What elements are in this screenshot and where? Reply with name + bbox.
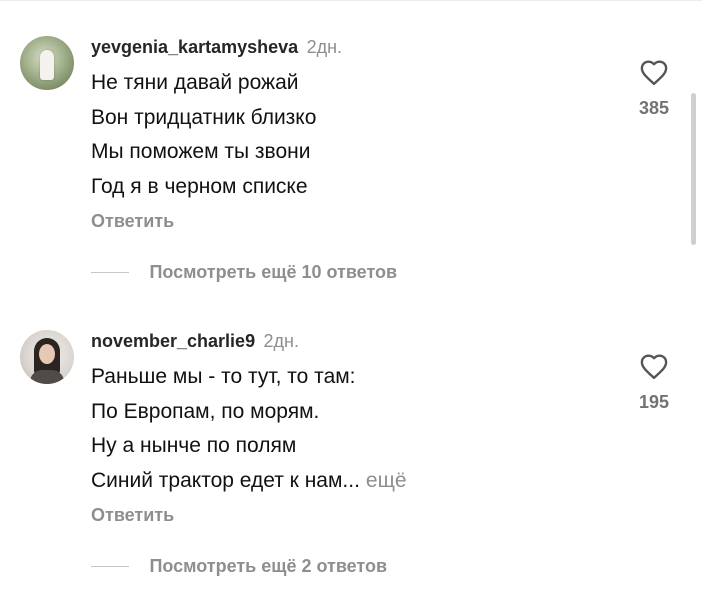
view-replies-button[interactable]: Посмотреть ещё 10 ответов (91, 262, 397, 283)
like-control: 195 (626, 352, 682, 413)
heart-outline-icon[interactable] (639, 352, 669, 380)
comment-line: По Европам, по морям. (91, 399, 320, 423)
view-replies-label: Посмотреть ещё 2 ответов (149, 556, 388, 576)
view-replies-divider (91, 272, 129, 273)
comment-line: Год я в черном списке (91, 174, 308, 198)
comment-header: yevgenia_kartamysheva 2дн. (91, 37, 342, 59)
comment-time: 2дн. (306, 37, 343, 57)
comment-line: Мы поможем ты звони (91, 140, 311, 163)
comment-line: Раньше мы - то тут, то там: (91, 365, 356, 388)
comment-text: Раньше мы - то тут, то там: По Европам, … (91, 360, 611, 498)
heart-outline-icon[interactable] (639, 58, 669, 86)
comment-line: Не тяни давай рожай (91, 71, 299, 94)
avatar-face (39, 344, 55, 364)
comment-time: 2дн. (263, 331, 300, 351)
more-link[interactable]: ещё (366, 469, 407, 492)
username[interactable]: november_charlie9 (91, 331, 255, 351)
avatar[interactable] (20, 36, 74, 90)
view-replies-label: Посмотреть ещё 10 ответов (149, 262, 398, 282)
view-replies-button[interactable]: Посмотреть ещё 2 ответов (91, 556, 387, 577)
username[interactable]: yevgenia_kartamysheva (91, 37, 298, 57)
reply-button[interactable]: Ответить (91, 505, 174, 526)
like-count: 385 (638, 98, 670, 118)
avatar[interactable] (20, 330, 74, 384)
avatar-figure (40, 50, 54, 80)
comments-panel: yevgenia_kartamysheva 2дн. Не тяни давай… (0, 0, 702, 600)
view-replies-divider (91, 566, 129, 567)
comment-line: Синий трактор едет к нам... ещё (91, 464, 611, 499)
comment-line: Ну а нынче по полям (91, 434, 297, 457)
avatar-body (30, 370, 64, 384)
like-control: 385 (626, 58, 682, 119)
comment-text: Не тяни давай рожай Вон тридцатник близк… (91, 66, 611, 204)
comment-line-text: Синий трактор едет к нам... (91, 468, 360, 492)
top-divider (0, 0, 702, 1)
comment-line: Вон тридцатник близко (91, 105, 317, 129)
scrollbar[interactable] (691, 93, 696, 245)
like-count: 195 (638, 392, 670, 412)
reply-button[interactable]: Ответить (91, 211, 174, 232)
comment-header: november_charlie9 2дн. (91, 331, 299, 353)
